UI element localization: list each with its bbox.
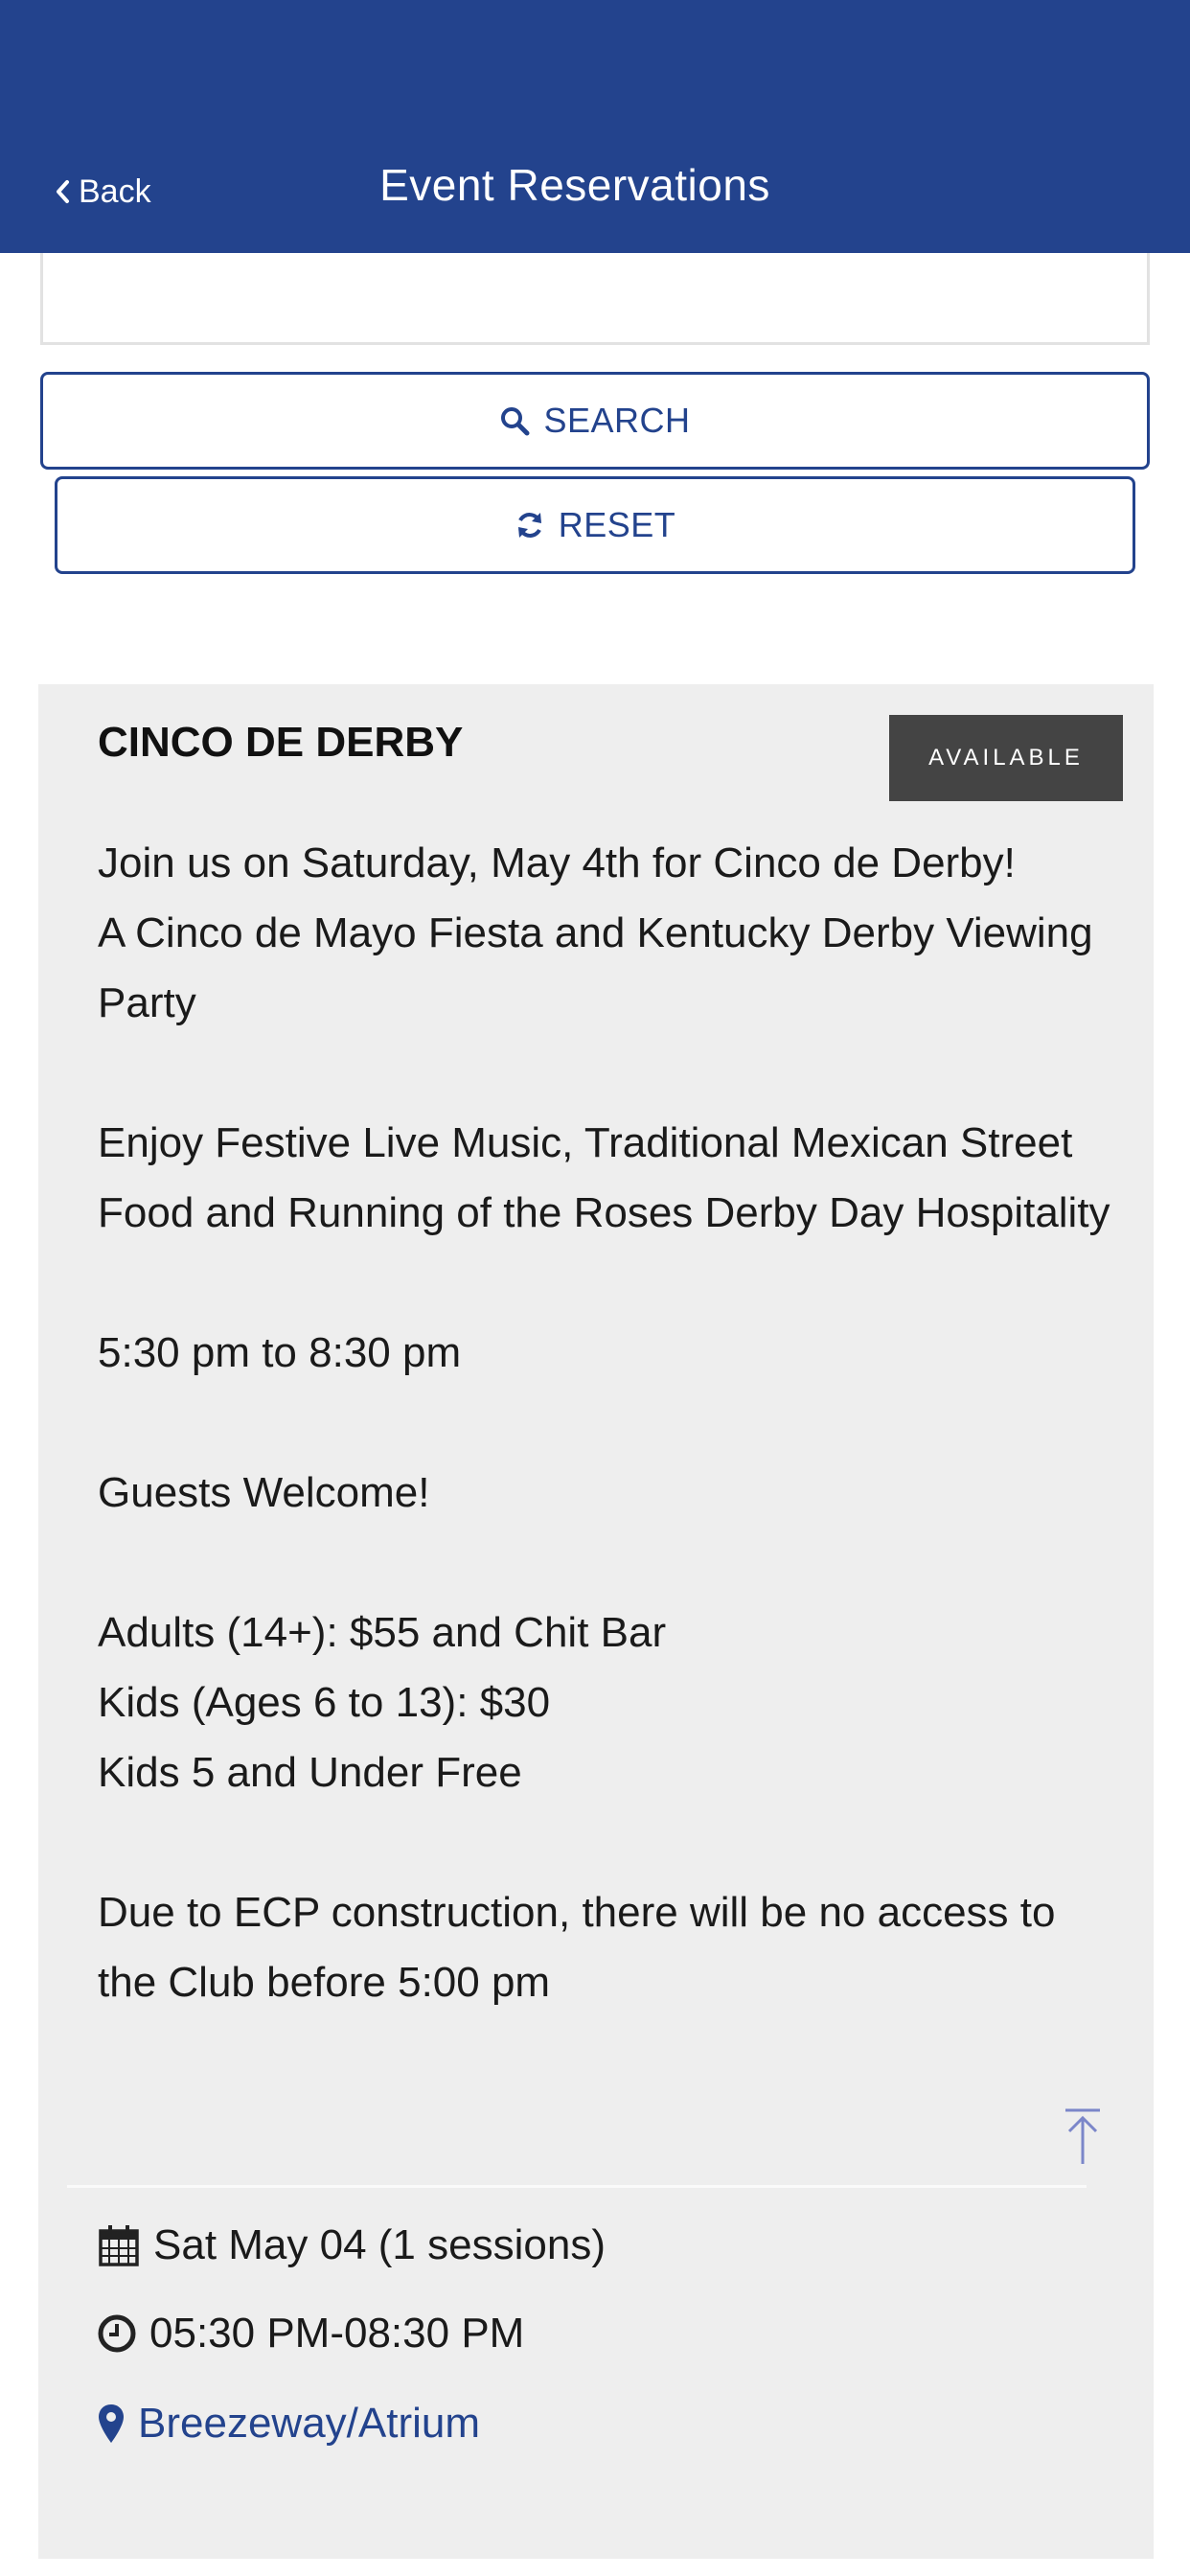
clock-icon (98, 2314, 136, 2353)
calendar-icon (99, 2225, 139, 2266)
event-date: Sat May 04 (1 sessions) (153, 2221, 606, 2268)
status-badge: AVAILABLE (889, 715, 1123, 801)
search-icon (501, 407, 530, 436)
event-title: CINCO DE DERBY (98, 719, 464, 766)
reset-button-label: RESET (558, 505, 676, 544)
map-pin-icon (99, 2404, 124, 2443)
divider (67, 2185, 1087, 2188)
event-location: Breezeway/Atrium (138, 2400, 481, 2447)
event-date-row: Sat May 04 (1 sessions) (98, 2221, 606, 2269)
event-time: 05:30 PM-08:30 PM (149, 2310, 525, 2357)
search-button[interactable]: SEARCH (40, 372, 1150, 470)
event-time-row: 05:30 PM-08:30 PM (98, 2310, 524, 2358)
description-line: Join us on Saturday, May 4th for Cinco d… (98, 840, 1016, 886)
description-line: A Cinco de Mayo Fiesta and Kentucky Derb… (98, 909, 1093, 1026)
description-line: 5:30 pm to 8:30 pm (98, 1329, 462, 1376)
description-line: Kids (Ages 6 to 13): $30 (98, 1679, 551, 1726)
description-line: Guests Welcome! (98, 1469, 430, 1516)
page-title: Event Reservations (379, 160, 770, 210)
description-line: Kids 5 and Under Free (98, 1749, 522, 1796)
app-header: Back Event Reservations (0, 0, 1190, 253)
arrow-up-to-top-icon[interactable] (1062, 2106, 1104, 2168)
event-card: CINCO DE DERBY AVAILABLE Join us on Satu… (38, 684, 1154, 2559)
description-line: Enjoy Festive Live Music, Traditional Me… (98, 1119, 1110, 1236)
reset-button[interactable]: RESET (55, 476, 1135, 574)
event-location-link[interactable]: Breezeway/Atrium (98, 2400, 480, 2448)
refresh-icon (517, 513, 541, 538)
event-description: Join us on Saturday, May 4th for Cinco d… (98, 828, 1113, 2017)
search-input[interactable] (40, 253, 1150, 345)
description-line: Adults (14+): $55 and Chit Bar (98, 1609, 667, 1656)
description-line: Due to ECP construction, there will be n… (98, 1889, 1056, 2006)
search-button-label: SEARCH (543, 401, 691, 440)
